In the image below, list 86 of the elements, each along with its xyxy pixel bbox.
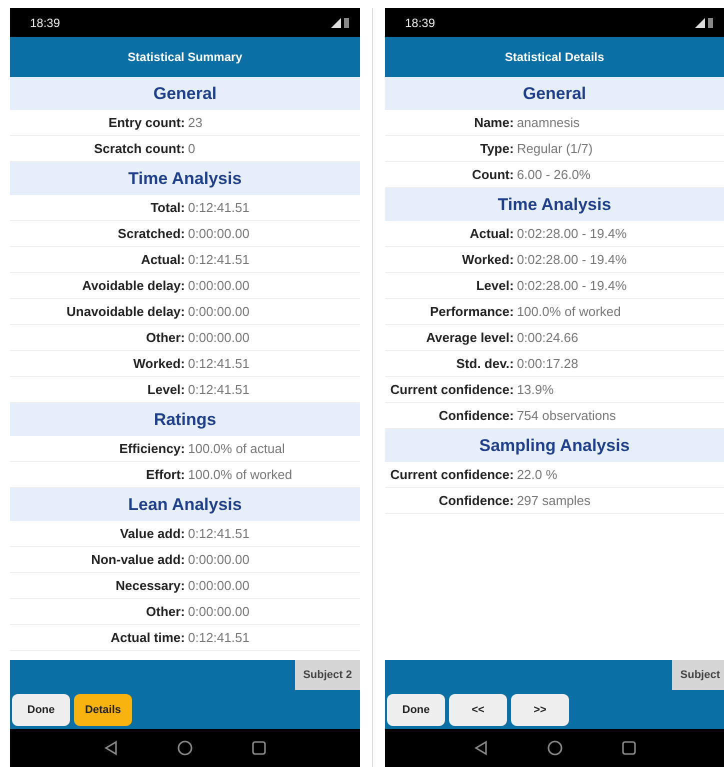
field-label: Count: [472,167,514,182]
field-value: 100.0% of worked [188,467,292,482]
field-label: Unavoidable delay: [66,304,185,319]
field-value: 22.0 % [516,467,558,482]
field-label: Confidence: [438,408,514,423]
field-value: 100.0% of actual [188,441,285,456]
field-value: 0:02:28.00 - 19.4% [516,226,627,241]
subject-tab[interactable]: Subject [672,660,724,690]
field-value: 0:12:41.51 [188,382,250,397]
section-title: Time Analysis [128,168,242,188]
field-label: Worked: [133,356,185,371]
field-label: Current confidence: [390,467,514,482]
field-label: Value add: [120,526,185,541]
field-value: 0:12:41.51 [188,356,250,371]
home-icon[interactable] [177,740,193,756]
field-label: Std. dev.: [456,356,514,371]
section-title: General [522,84,586,104]
field-value: 0:00:00.00 [188,578,250,593]
field-value: 297 samples [516,493,591,508]
field-label: Worked: [462,252,514,267]
signal-battery-icon [330,16,350,28]
home-icon[interactable] [546,740,562,756]
field-label: Type: [480,141,514,156]
field-label: Necessary: [116,578,185,593]
field-label: Actual: [140,252,185,267]
field-value: 23 [188,115,202,130]
screen-title: Statistical Details [504,50,604,64]
subject-tab[interactable]: Subject 2 [295,660,360,690]
recents-icon[interactable] [620,740,636,756]
field-value: 0:00:24.66 [516,330,578,345]
back-icon[interactable] [103,740,119,756]
action-button[interactable]: Details [74,694,132,726]
field-label: Other: [146,604,185,619]
field-label: Actual time: [110,630,185,645]
action-button[interactable]: << [449,694,507,726]
field-value: anamnesis [516,115,580,130]
section-title: General [153,84,217,104]
field-value: 0:00:00.00 [188,604,250,619]
field-label: Efficiency: [119,441,185,456]
field-label: Total: [150,200,185,215]
field-label: Scratch count: [94,141,185,156]
field-label: Avoidable delay: [82,278,185,293]
field-value: 6.00 - 26.0% [516,167,591,182]
screen-title: Statistical Summary [128,50,242,64]
field-label: Performance: [430,304,514,319]
action-button[interactable]: >> [511,694,569,726]
section-title: Lean Analysis [128,494,242,514]
field-value: 0:12:41.51 [188,630,250,645]
status-time: 18:39 [405,16,436,30]
field-value: 0:00:00.00 [188,278,250,293]
section-title: Time Analysis [498,194,612,214]
field-label: Entry count: [108,115,185,130]
status-time: 18:39 [30,16,60,30]
field-value: 0:12:41.51 [188,252,250,267]
field-value: 100.0% of worked [516,304,621,319]
field-label: Level: [147,382,185,397]
field-label: Other: [146,330,185,345]
field-value: 13.9% [516,382,554,397]
field-label: Scratched: [118,226,185,241]
field-label: Effort: [146,467,185,482]
field-value: 0 [188,141,196,156]
field-value: 0:02:28.00 - 19.4% [516,252,627,267]
field-label: Confidence: [438,493,514,508]
action-button[interactable]: Done [387,694,445,726]
section-title: Sampling Analysis [479,436,630,456]
field-value: 0:00:00.00 [188,226,250,241]
field-value: 0:12:41.51 [188,200,250,215]
field-value: 0:00:17.28 [516,356,578,371]
field-value: 0:00:00.00 [188,330,250,345]
action-button[interactable]: Done [12,694,70,726]
signal-battery-icon [694,16,714,28]
field-label: Name: [474,115,514,130]
field-value: Regular (1/7) [516,141,593,156]
field-value: 0:02:28.00 - 19.4% [516,278,627,293]
field-label: Current confidence: [390,382,514,397]
back-icon[interactable] [472,740,488,756]
field-label: Actual: [470,226,514,241]
field-value: 0:12:41.51 [188,526,250,541]
section-title: Ratings [154,410,216,430]
recents-icon[interactable] [251,740,267,756]
field-value: 0:00:00.00 [188,552,250,567]
field-value: 754 observations [516,408,616,423]
field-label: Non-value add: [91,552,185,567]
field-label: Level: [476,278,514,293]
field-label: Average level: [426,330,514,345]
field-value: 0:00:00.00 [188,304,250,319]
